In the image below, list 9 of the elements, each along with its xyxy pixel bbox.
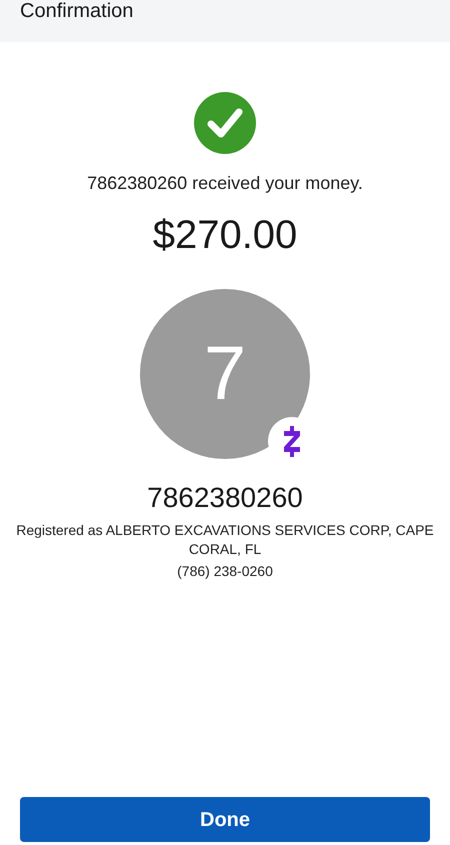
- phone-number: (786) 238-0260: [177, 562, 273, 581]
- done-button[interactable]: Done: [20, 797, 430, 842]
- amount: $270.00: [152, 212, 298, 259]
- page-title: Confirmation: [20, 0, 134, 22]
- success-message: 7862380260 received your money.: [87, 172, 363, 195]
- check-circle-icon: [194, 92, 256, 154]
- registered-text: Registered as ALBERTO EXCAVATIONS SERVICES CORP, CAPE CORAL, FL: [15, 521, 435, 559]
- avatar-initial: 7: [204, 334, 246, 414]
- recipient-name: 7862380260: [147, 481, 303, 515]
